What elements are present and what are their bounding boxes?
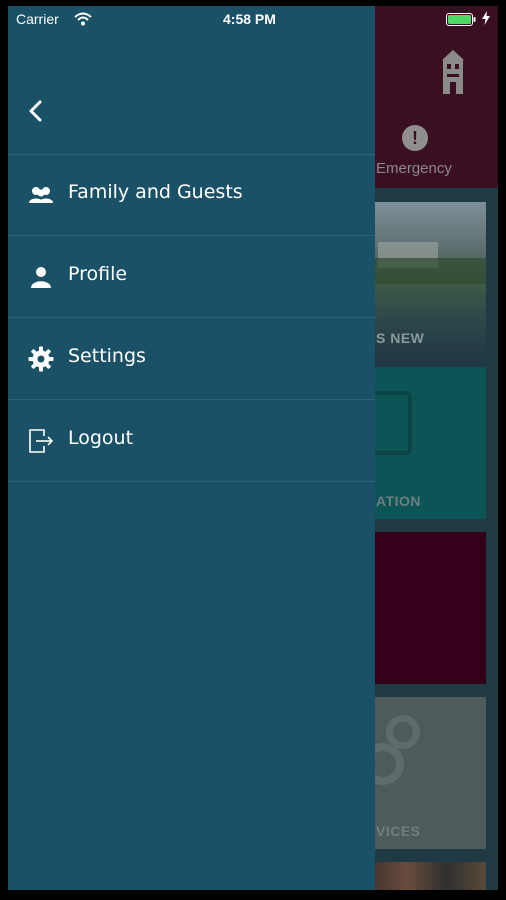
clock-time: 4:58 PM (223, 11, 276, 27)
status-bar: Carrier 4:58 PM (8, 6, 498, 32)
chevron-left-icon (29, 100, 42, 122)
exclamation-icon: ! (402, 125, 428, 151)
watchtower-icon (442, 50, 464, 94)
menu-item-label: Profile (68, 263, 128, 285)
background-card-photo (368, 862, 486, 890)
menu-item-label: Family and Guests (68, 181, 243, 203)
person-icon (31, 267, 51, 288)
app-screen: ! Emergency S NEW ATION VICES Family and… (8, 6, 498, 890)
wifi-icon (74, 12, 92, 26)
background-card-services: VICES (362, 697, 486, 849)
menu-item-label: Logout (68, 427, 134, 449)
menu-item-profile[interactable]: Profile (8, 236, 375, 318)
logout-icon (29, 429, 54, 453)
battery-icon (446, 13, 476, 26)
charging-bolt-icon (482, 11, 490, 25)
carrier-label: Carrier (16, 11, 59, 27)
menu-item-label: Settings (68, 345, 146, 367)
background-card-location: ATION (358, 367, 486, 519)
menu-item-settings[interactable]: Settings (8, 318, 375, 400)
back-button[interactable] (26, 98, 46, 124)
emergency-label: Emergency (376, 160, 452, 177)
menu-item-logout[interactable]: Logout (8, 400, 375, 482)
trees-photo (368, 258, 486, 284)
card-label-services: VICES (376, 823, 421, 839)
people-icon (29, 187, 53, 203)
card-label-location: ATION (376, 493, 422, 509)
menu-item-family-and-guests[interactable]: Family and Guests (8, 154, 375, 236)
card-label-news: S NEW (376, 330, 425, 346)
background-card-magenta (368, 532, 486, 684)
background-card-news: S NEW (368, 202, 486, 352)
side-drawer: Family and Guests Profile Settings Logou… (8, 6, 375, 890)
gear-icon (28, 346, 54, 372)
drawer-menu: Family and Guests Profile Settings Logou… (8, 154, 375, 482)
